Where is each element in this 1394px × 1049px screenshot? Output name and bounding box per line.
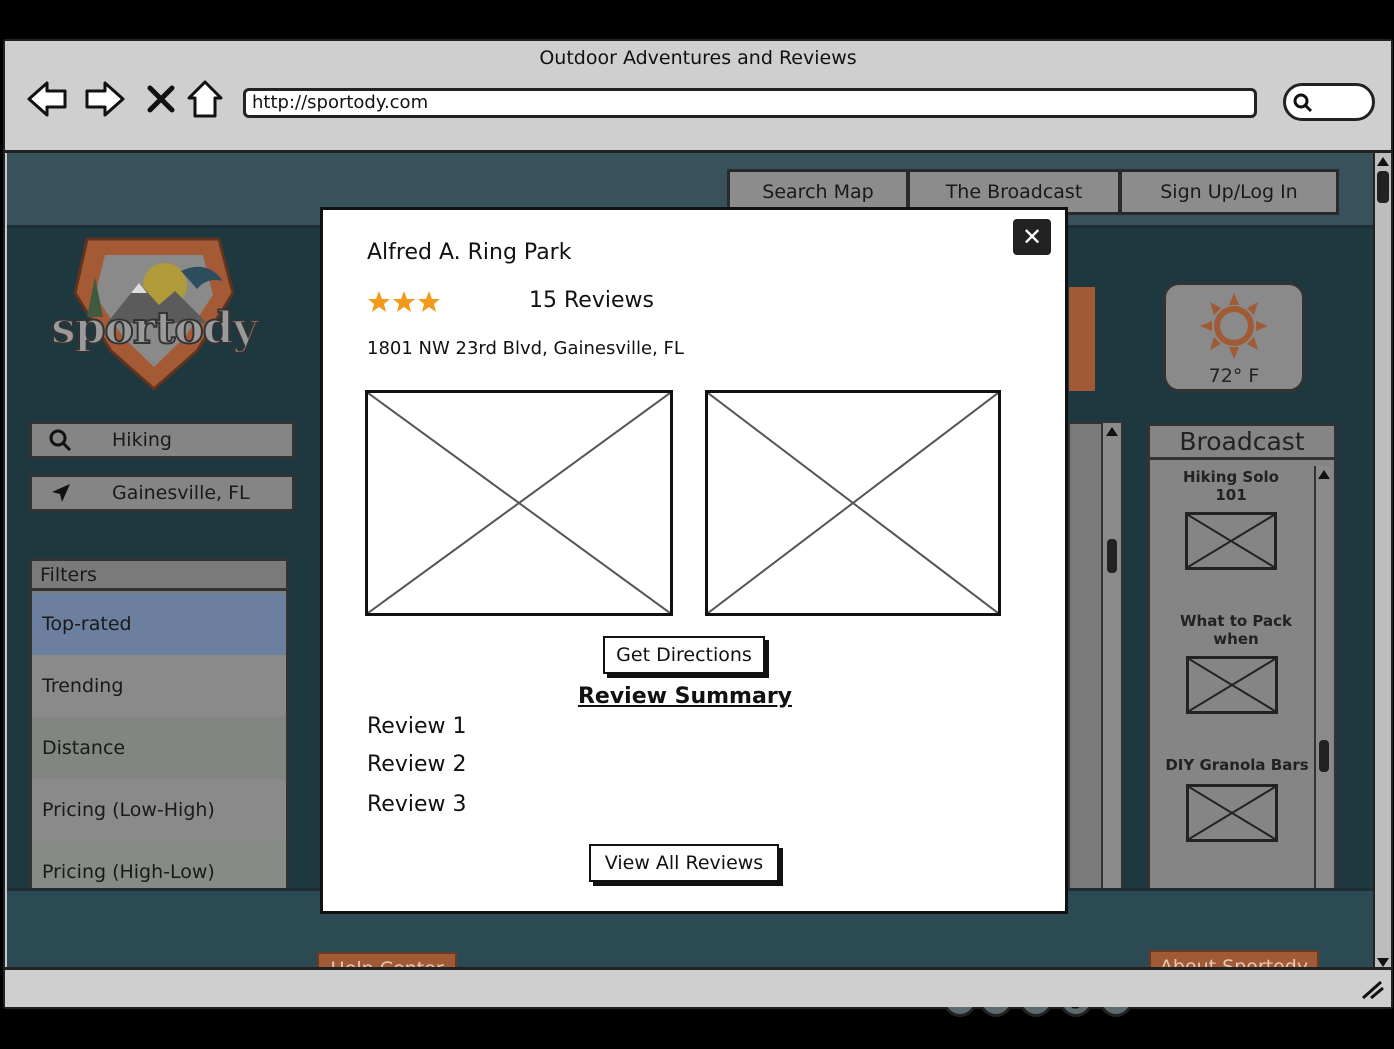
park-address: 1801 NW 23rd Blvd, Gainesville, FL xyxy=(367,338,684,359)
view-all-reviews-button[interactable]: View All Reviews xyxy=(589,844,779,882)
star-rating xyxy=(367,290,443,320)
park-photo-1[interactable] xyxy=(365,390,673,616)
get-directions-button[interactable]: Get Directions xyxy=(603,636,765,674)
park-title: Alfred A. Ring Park xyxy=(367,240,572,265)
review-summary-heading[interactable]: Review Summary xyxy=(323,684,1047,709)
close-icon[interactable]: ✕ xyxy=(1013,219,1051,255)
park-details-modal: ✕ Alfred A. Ring Park 15 Reviews 1801 NW… xyxy=(320,207,1068,914)
review-item[interactable]: Review 3 xyxy=(367,792,466,817)
review-item[interactable]: Review 1 xyxy=(367,714,466,739)
review-item[interactable]: Review 2 xyxy=(367,752,466,777)
star-icons xyxy=(368,291,440,312)
park-photo-2[interactable] xyxy=(705,390,1001,616)
reviews-count[interactable]: 15 Reviews xyxy=(529,288,654,313)
